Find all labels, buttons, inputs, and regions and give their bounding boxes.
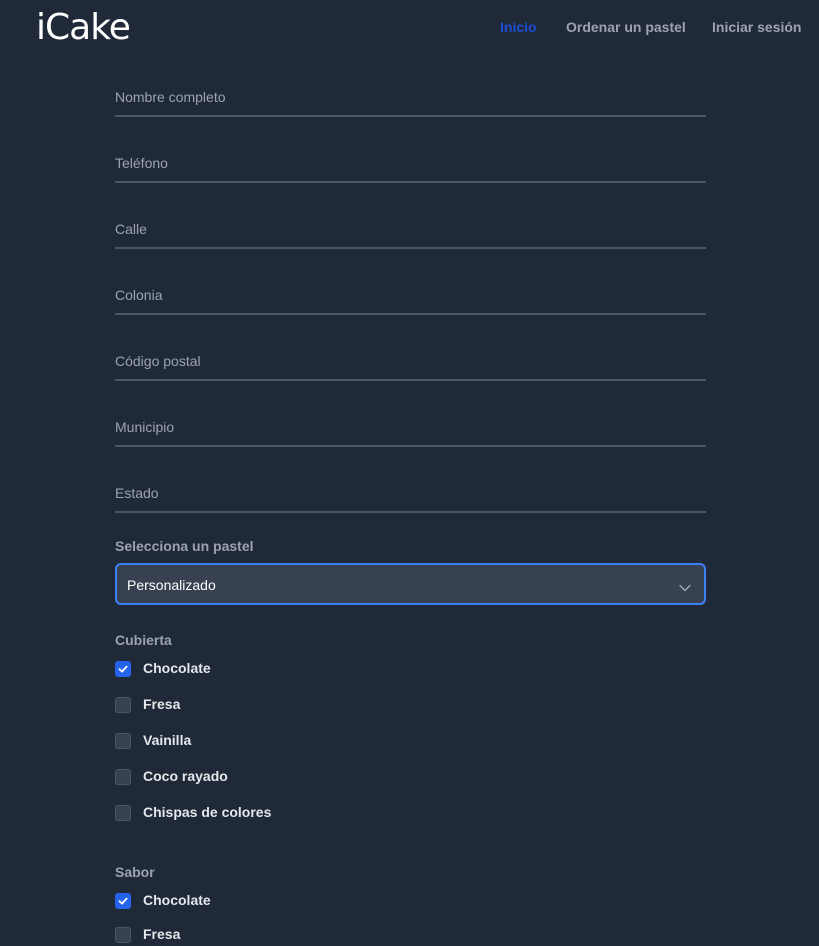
cake-select-label: Selecciona un pastel bbox=[115, 538, 254, 554]
colonia-field[interactable]: Colonia bbox=[115, 273, 706, 315]
checkbox[interactable] bbox=[115, 661, 131, 677]
street-input[interactable] bbox=[115, 207, 706, 247]
nav-link-ordenar-pastel[interactable]: Ordenar un pastel bbox=[566, 19, 686, 35]
checkbox[interactable] bbox=[115, 927, 131, 943]
checkbox[interactable] bbox=[115, 805, 131, 821]
checkbox-label: Coco rayado bbox=[143, 768, 228, 784]
checkbox[interactable] bbox=[115, 697, 131, 713]
chevron-down-icon bbox=[679, 579, 691, 597]
state-input[interactable] bbox=[115, 471, 706, 511]
checkbox-label: Chocolate bbox=[143, 660, 211, 676]
municipality-field[interactable]: Municipio bbox=[115, 405, 706, 447]
brand-logo[interactable]: iCake bbox=[36, 8, 131, 48]
colonia-input[interactable] bbox=[115, 273, 706, 313]
state-field[interactable]: Estado bbox=[115, 471, 706, 513]
nav-link-inicio[interactable]: Inicio bbox=[500, 19, 537, 35]
cake-select[interactable]: Personalizado bbox=[115, 563, 706, 605]
full-name-input[interactable] bbox=[115, 75, 706, 115]
checkbox-label: Fresa bbox=[143, 926, 181, 942]
checkbox-label: Chocolate bbox=[143, 892, 211, 908]
checkbox[interactable] bbox=[115, 893, 131, 909]
phone-input[interactable] bbox=[115, 141, 706, 181]
navbar: iCake Inicio Ordenar un pastel Iniciar s… bbox=[0, 0, 819, 60]
street-field[interactable]: Calle bbox=[115, 207, 706, 249]
postal-code-field[interactable]: Código postal bbox=[115, 339, 706, 381]
checkbox-label: Chispas de colores bbox=[143, 804, 272, 820]
nav-link-iniciar-sesion[interactable]: Iniciar sesión bbox=[712, 19, 801, 35]
municipality-input[interactable] bbox=[115, 405, 706, 445]
checkbox-label: Vainilla bbox=[143, 732, 192, 748]
cake-select-value: Personalizado bbox=[127, 577, 216, 593]
cubierta-title: Cubierta bbox=[115, 632, 172, 648]
checkbox-label: Fresa bbox=[143, 696, 181, 712]
check-icon bbox=[118, 665, 128, 673]
checkbox[interactable] bbox=[115, 769, 131, 785]
checkbox[interactable] bbox=[115, 733, 131, 749]
phone-field[interactable]: Teléfono bbox=[115, 141, 706, 183]
full-name-field[interactable]: Nombre completo bbox=[115, 75, 706, 117]
sabor-title: Sabor bbox=[115, 864, 155, 880]
check-icon bbox=[118, 897, 128, 905]
postal-code-input[interactable] bbox=[115, 339, 706, 379]
